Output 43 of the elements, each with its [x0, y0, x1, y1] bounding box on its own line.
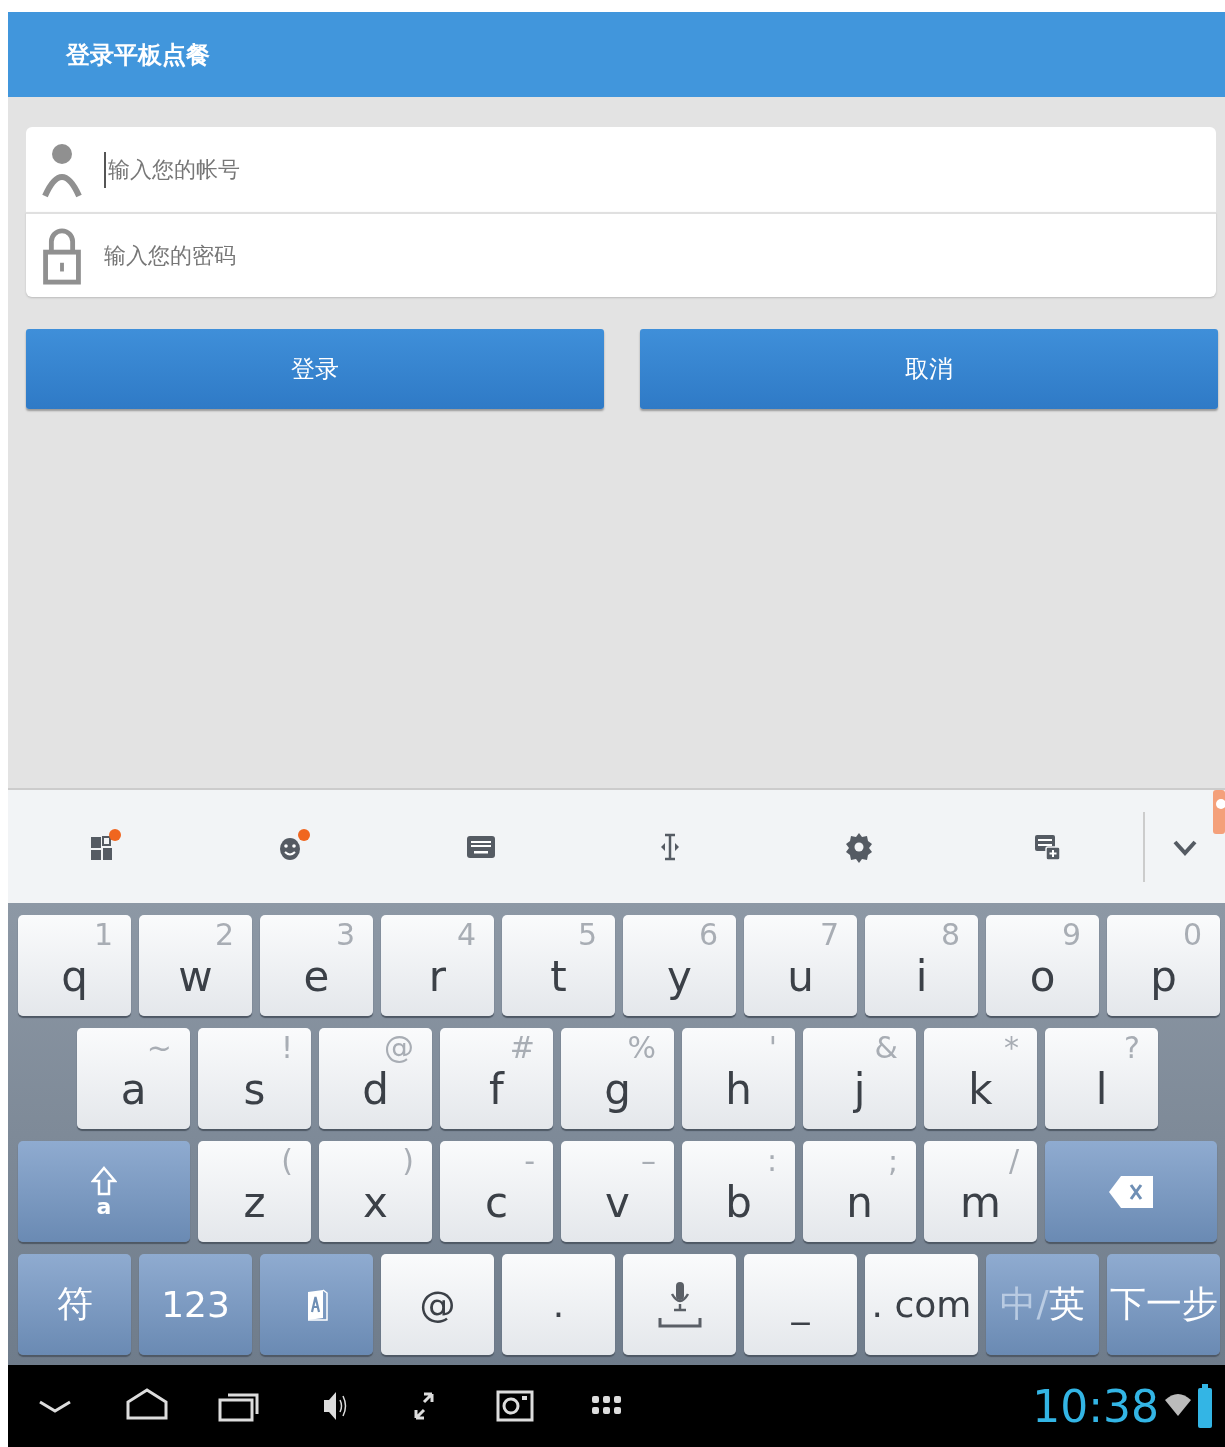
key[interactable]: k * [924, 1028, 1037, 1129]
app-title: 登录平板点餐 [66, 39, 210, 71]
backspace-icon [1107, 1173, 1155, 1210]
key[interactable]: r 4 [381, 915, 494, 1016]
lock-icon [42, 226, 82, 285]
backspace-key[interactable] [1045, 1141, 1217, 1242]
key[interactable]: c - [440, 1141, 553, 1242]
key[interactable]: v – [561, 1141, 674, 1242]
key[interactable]: j & [803, 1028, 916, 1129]
key[interactable]: . [502, 1254, 615, 1355]
key[interactable]: w 2 [139, 915, 252, 1016]
key[interactable]: _ [744, 1254, 857, 1355]
key[interactable]: q 1 [18, 915, 131, 1016]
key[interactable]: d @ [319, 1028, 432, 1129]
key[interactable]: p 0 [1107, 915, 1220, 1016]
key[interactable]: @ [381, 1254, 494, 1355]
shift-arrow-icon [91, 1165, 117, 1196]
key[interactable]: i 8 [865, 915, 978, 1016]
key[interactable]: z ( [198, 1141, 311, 1242]
key[interactable]: . com [865, 1254, 978, 1355]
form-button[interactable]: 登录 [26, 329, 604, 409]
battery-icon [1197, 1384, 1213, 1428]
key[interactable]: t 5 [502, 915, 615, 1016]
form-button[interactable]: 取消 [640, 329, 1218, 409]
microphone-icon [656, 1279, 703, 1330]
key[interactable]: u 7 [744, 915, 857, 1016]
person-icon [42, 141, 82, 198]
key[interactable]: x ) [319, 1141, 432, 1242]
key[interactable]: y 6 [623, 915, 736, 1016]
key[interactable]: g % [561, 1028, 674, 1129]
key[interactable]: m / [924, 1141, 1037, 1242]
key[interactable]: n ; [803, 1141, 916, 1242]
key[interactable]: o 9 [986, 915, 1099, 1016]
input-mode-key[interactable] [260, 1254, 373, 1355]
voice-key[interactable] [623, 1254, 736, 1355]
key[interactable]: a ~ [77, 1028, 190, 1129]
clock: 10:38 [1032, 1380, 1159, 1432]
key[interactable]: s ! [198, 1028, 311, 1129]
key[interactable]: h ' [682, 1028, 795, 1129]
key[interactable]: l ? [1045, 1028, 1158, 1129]
key[interactable]: f # [440, 1028, 553, 1129]
key[interactable]: b : [682, 1141, 795, 1242]
key[interactable]: e 3 [260, 915, 373, 1016]
